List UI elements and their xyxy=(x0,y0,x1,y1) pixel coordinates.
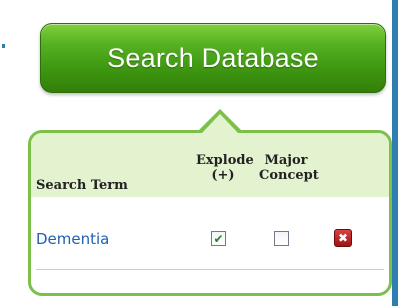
header-explode: Explode (+) xyxy=(196,153,254,183)
delete-term-button[interactable]: ✖ xyxy=(334,229,352,247)
search-term-link[interactable]: Dementia xyxy=(36,230,109,248)
row-divider xyxy=(36,269,384,270)
table-row: Dementia ✔ ✖ xyxy=(31,197,389,271)
search-database-label: Search Database xyxy=(107,42,319,73)
search-widget: Search Database Search Term Explode (+) … xyxy=(0,0,407,306)
delete-x-icon: ✖ xyxy=(337,231,349,245)
right-edge-bar xyxy=(392,0,398,306)
header-explode-line2: (+) xyxy=(211,168,235,183)
header-major-line2: Concept xyxy=(259,168,319,183)
header-major-line1: Major xyxy=(264,153,308,168)
left-edge-marker xyxy=(2,44,5,48)
checkmark-icon: ✔ xyxy=(213,231,224,246)
header-major-concept: Major Concept xyxy=(259,153,319,183)
search-terms-panel: Search Term Explode (+) Major Concept De… xyxy=(28,130,392,296)
table-header: Search Term Explode (+) Major Concept xyxy=(31,133,389,197)
header-search-term: Search Term xyxy=(36,178,128,193)
panel-pointer-fill xyxy=(202,114,238,133)
major-concept-checkbox[interactable] xyxy=(274,231,289,246)
explode-checkbox[interactable]: ✔ xyxy=(211,231,226,246)
search-database-button[interactable]: Search Database xyxy=(40,23,386,93)
header-explode-line1: Explode xyxy=(196,153,254,168)
